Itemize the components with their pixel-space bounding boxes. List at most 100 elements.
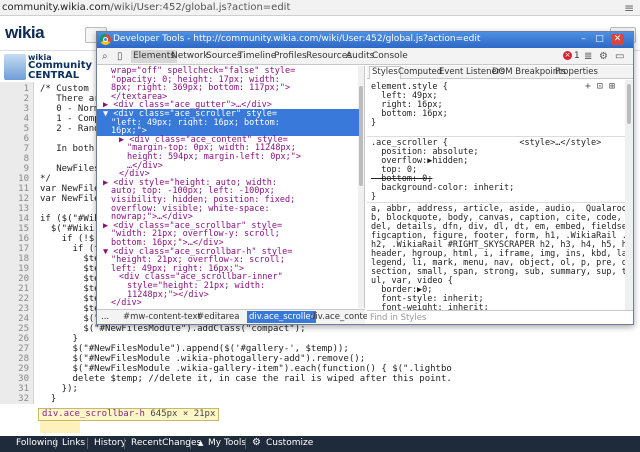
- devtools-titlebar[interactable]: Developer Tools - http://community.wikia…: [97, 32, 633, 48]
- gear-icon[interactable]: ⚙: [599, 51, 608, 62]
- wikia-toolbar: Following Links History RecentChanges ▲ …: [0, 436, 640, 452]
- line-number: 31: [18, 384, 29, 394]
- breadcrumb-item[interactable]: div.ace_scroller: [247, 311, 317, 323]
- elements-tree[interactable]: wrap="off" spellcheck="false" style= "opa…: [97, 66, 365, 308]
- rule-divider: [367, 136, 625, 137]
- line-number: 15: [18, 224, 29, 234]
- toolbar-divider: [55, 438, 56, 449]
- line-number: 18: [18, 254, 29, 264]
- line-number: 20: [18, 274, 29, 284]
- code-line: $("#NewFilesModule .wikia-photogallery-a…: [40, 354, 366, 364]
- line-number: 24: [18, 314, 29, 324]
- toolbar-divider: [87, 438, 88, 449]
- line-number: 23: [18, 304, 29, 314]
- tab-console[interactable]: Console: [372, 51, 408, 61]
- scrollbar-thumb[interactable]: [627, 84, 631, 124]
- code-line: if (t: [40, 244, 100, 254]
- tab-computed[interactable]: Computed: [398, 67, 442, 77]
- find-in-styles-input[interactable]: Find in Styles: [367, 310, 633, 324]
- styles-tabs: Styles Computed Event Listeners DOM Brea…: [367, 66, 633, 79]
- tab-properties[interactable]: Properties: [555, 67, 598, 77]
- breadcrumb: ... #mw-content-text #editarea div.ace_scro…: [97, 309, 377, 324]
- code-line: $("#NewFilesModule").append($('#gallery-…: [40, 344, 349, 354]
- code-line: $te: [40, 264, 100, 274]
- inspect-icon[interactable]: ⌕: [102, 51, 108, 62]
- tab-styles[interactable]: Styles: [369, 66, 401, 79]
- toolbar-following[interactable]: Following: [16, 438, 58, 448]
- line-number: 16: [18, 234, 29, 244]
- css-property[interactable]: background-color: inherit;: [371, 183, 514, 193]
- devtools-window[interactable]: Developer Tools - http://community.wikia…: [96, 31, 634, 325]
- toolbar-my-tools[interactable]: My Tools: [208, 438, 246, 448]
- tooltip-selector: div.ace_scrollbar-h: [42, 409, 145, 419]
- tab-sources[interactable]: Sources: [206, 51, 242, 61]
- toolbar-customize[interactable]: Customize: [266, 438, 313, 448]
- console-drawer-icon[interactable]: ≣: [584, 51, 592, 62]
- minimize-button[interactable]: –: [577, 34, 590, 45]
- styles-scrollbar[interactable]: [625, 80, 633, 310]
- breadcrumb-item[interactable]: ...: [101, 312, 109, 322]
- toolbar-links[interactable]: Links: [62, 438, 85, 448]
- code-line: $("#NewFilesModule .wikia-gallery-item")…: [40, 364, 452, 374]
- toolbar-divider: [124, 438, 125, 449]
- styles-rules[interactable]: + ⊡ ⊞ element.style { left: 49px; right:…: [367, 80, 625, 310]
- line-number: 9: [23, 164, 29, 174]
- code-line: delete $temp; //delete it, in case the r…: [40, 374, 452, 384]
- code-line: $te: [40, 274, 100, 284]
- line-number: 25: [18, 324, 29, 334]
- new-rule-icon[interactable]: + ⊡ ⊞: [585, 82, 615, 92]
- wikia-logo[interactable]: wikia: [5, 23, 45, 43]
- triangle-up-icon[interactable]: ▲: [198, 439, 203, 447]
- code-line: /* Custom: [40, 84, 89, 94]
- chrome-icon: [100, 34, 111, 45]
- css-selector[interactable]: }: [371, 192, 376, 202]
- rule-divider: [367, 202, 625, 203]
- tab-audits[interactable]: Audits: [346, 51, 374, 61]
- line-number: 4: [23, 114, 29, 124]
- code-line: });: [40, 384, 78, 394]
- line-number: 6: [23, 134, 29, 144]
- address-bar[interactable]: community.wikia.com/wiki/User:452/global…: [0, 0, 640, 16]
- code-line: $te: [40, 304, 100, 314]
- wiki-badge-line3: CENTRAL: [28, 70, 80, 81]
- code-line: NewFiles: [40, 164, 100, 174]
- line-number: 19: [18, 264, 29, 274]
- code-line: $te: [40, 294, 100, 304]
- line-number: 32: [18, 394, 29, 404]
- hamburger-icon[interactable]: ≡: [624, 1, 634, 15]
- editor-gutter: 1 2 3 4 5 6 7 8 9 10 11 12 13 14 15 16 17 18 19 20 21 22 23 24 2…: [0, 82, 34, 404]
- line-number: 29: [18, 364, 29, 374]
- styles-pane[interactable]: Styles Computed Event Listeners DOM Brea…: [367, 66, 633, 324]
- tab-network[interactable]: Network: [171, 51, 209, 61]
- scrollbar-thumb[interactable]: [359, 86, 363, 186]
- css-property[interactable]: bottom: 16px;: [371, 109, 448, 119]
- toolbar-history[interactable]: History: [94, 438, 126, 448]
- close-button[interactable]: ✕: [611, 34, 624, 45]
- element-highlight: [40, 419, 80, 433]
- line-number: 2: [23, 94, 29, 104]
- line-number: 12: [18, 194, 29, 204]
- code-line: if (!$(: [40, 234, 100, 244]
- css-selector[interactable]: }: [371, 118, 376, 128]
- breadcrumb-item[interactable]: #editarea: [197, 312, 239, 322]
- error-icon[interactable]: ×: [563, 51, 572, 60]
- device-mode-icon[interactable]: ▯: [117, 51, 123, 62]
- dom-node-row[interactable]: </div>: [97, 298, 359, 308]
- breadcrumb-item[interactable]: #mw-content-text: [123, 312, 201, 322]
- line-number: 28: [18, 354, 29, 364]
- maximize-button[interactable]: □: [593, 34, 606, 45]
- line-number: 10: [18, 174, 29, 184]
- line-number: 26: [18, 334, 29, 344]
- wiki-badge[interactable]: wikia Community CENTRAL: [0, 52, 92, 82]
- css-property[interactable]: font-weight: inherit;: [371, 303, 488, 310]
- gear-icon[interactable]: ⚙: [252, 437, 261, 448]
- wiki-logo-mark: [4, 54, 26, 80]
- url-text[interactable]: community.wikia.com/wiki/User:452/global…: [2, 2, 290, 13]
- error-count: 1: [574, 51, 580, 61]
- element-size-tooltip: div.ace_scrollbar-h 645px × 21px: [38, 408, 220, 421]
- line-number: 17: [18, 244, 29, 254]
- tab-timeline[interactable]: Timeline: [238, 51, 276, 61]
- dock-icon[interactable]: ▭: [615, 51, 624, 62]
- code-line: In both: [40, 144, 95, 154]
- tab-profiles[interactable]: Profiles: [274, 51, 307, 61]
